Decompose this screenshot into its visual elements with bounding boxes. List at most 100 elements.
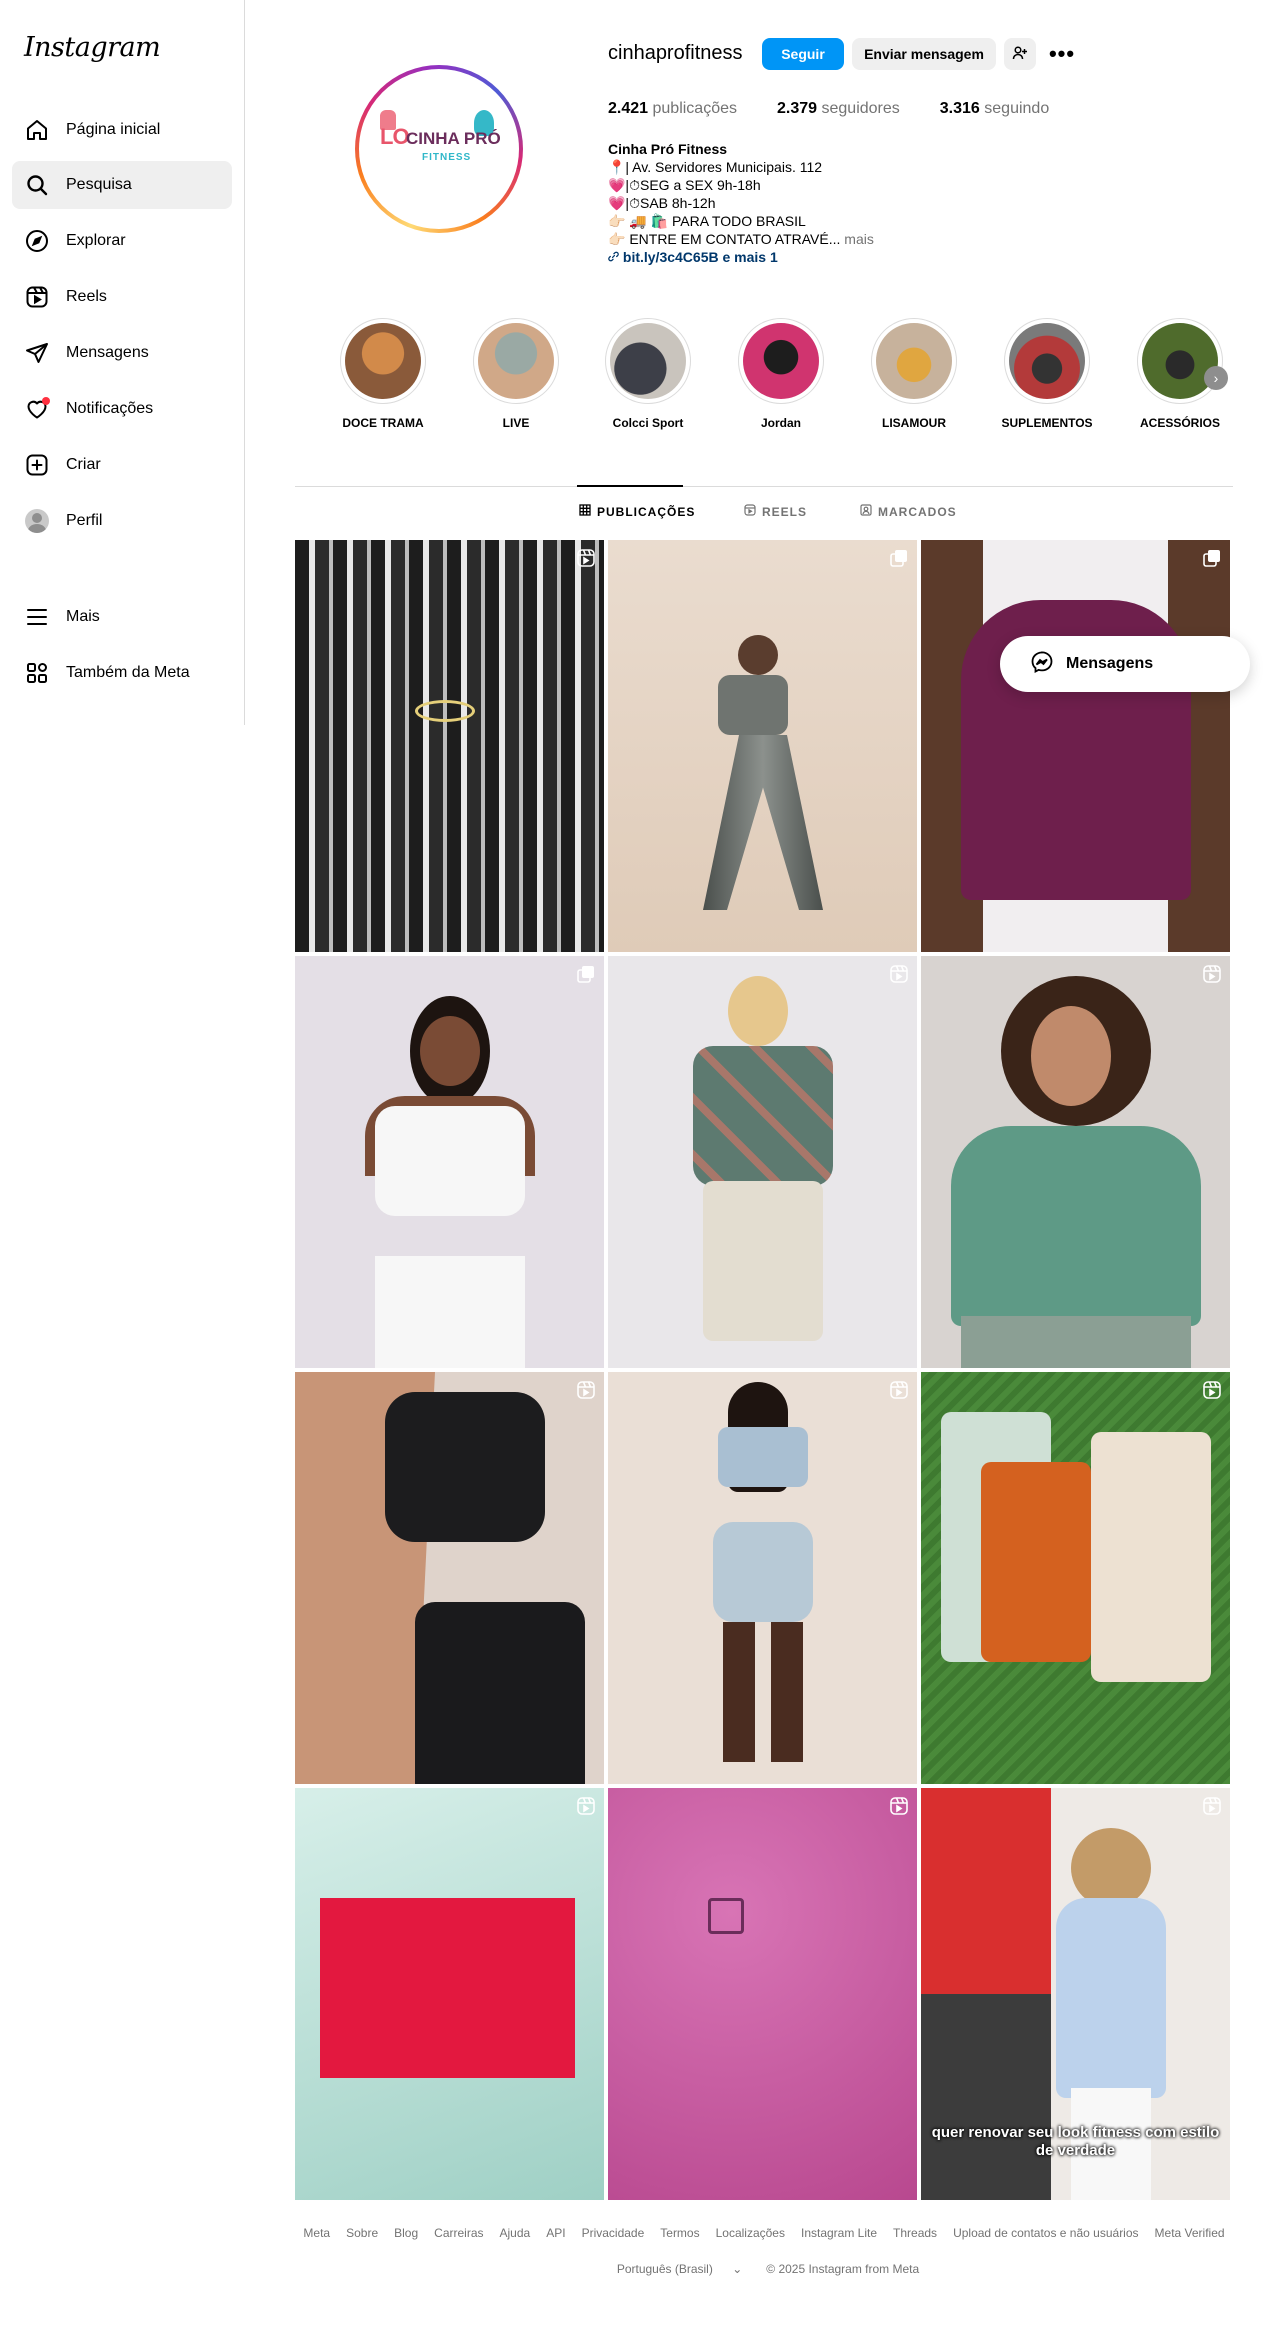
sidebar-item-home[interactable]: Página inicial bbox=[12, 106, 232, 154]
carousel-icon bbox=[1202, 548, 1222, 568]
link-icon bbox=[608, 249, 623, 265]
bio-more-link[interactable]: mais bbox=[844, 231, 874, 247]
suggested-users-button[interactable] bbox=[1004, 38, 1036, 70]
footer-link[interactable]: Instagram Lite bbox=[801, 2226, 877, 2240]
highlight-suplementos[interactable]: SUPLEMENTOS bbox=[997, 318, 1097, 430]
footer-bottom: Português (Brasil) ⌄ © 2025 Instagram fr… bbox=[295, 2262, 1233, 2276]
logo-text-2: CINHA PRÓ bbox=[406, 129, 501, 148]
messenger-icon bbox=[1030, 650, 1054, 679]
profile-picture[interactable]: LO CINHA PRÓ FITNESS bbox=[355, 65, 523, 233]
sidebar-item-label: Explorar bbox=[66, 232, 126, 249]
ring-jewelry bbox=[415, 700, 475, 722]
active-tab-indicator bbox=[577, 485, 683, 487]
sidebar-item-more[interactable]: Mais bbox=[12, 593, 232, 641]
home-icon bbox=[24, 117, 50, 143]
post-tile[interactable] bbox=[921, 1372, 1230, 1784]
post-tile[interactable]: quer renovar seu look fitness com estilo… bbox=[921, 1788, 1230, 2200]
bio-line: 👉🏻 🚚 🛍️ PARA TODO BRASIL bbox=[608, 213, 806, 229]
footer-link[interactable]: Privacidade bbox=[582, 2226, 645, 2240]
post-tile[interactable] bbox=[608, 1788, 917, 2200]
tab-label: PUBLICAÇÕES bbox=[597, 504, 696, 519]
sidebar-item-also-from-meta[interactable]: Também da Meta bbox=[12, 649, 232, 697]
footer-link[interactable]: API bbox=[546, 2226, 565, 2240]
sidebar-item-reels[interactable]: Reels bbox=[12, 273, 232, 321]
post-tile[interactable] bbox=[608, 540, 917, 952]
footer-link[interactable]: Ajuda bbox=[500, 2226, 531, 2240]
sidebar-item-label: Criar bbox=[66, 456, 101, 473]
following-label: seguindo bbox=[984, 100, 1050, 117]
sidebar-item-label: Mensagens bbox=[66, 344, 149, 361]
sidebar-item-search[interactable]: Pesquisa bbox=[12, 161, 232, 209]
highlight-label: LISAMOUR bbox=[882, 416, 946, 430]
footer-link[interactable]: Localizações bbox=[716, 2226, 785, 2240]
highlight-lisamour[interactable]: LISAMOUR bbox=[864, 318, 964, 430]
instagram-logo[interactable]: Instagram bbox=[24, 32, 161, 63]
sidebar-item-explore[interactable]: Explorar bbox=[12, 217, 232, 265]
tab-tagged[interactable]: MARCADOS bbox=[860, 504, 957, 519]
chevron-down-icon: ⌄ bbox=[732, 2262, 743, 2276]
highlight-label: Colcci Sport bbox=[612, 416, 684, 430]
post-tile[interactable] bbox=[295, 1788, 604, 2200]
tab-reels[interactable]: REELS bbox=[744, 504, 807, 519]
footer-link[interactable]: Termos bbox=[660, 2226, 699, 2240]
footer-link[interactable]: Meta Verified bbox=[1155, 2226, 1225, 2240]
followers-count: 2.379 bbox=[777, 100, 818, 117]
post-tile[interactable] bbox=[921, 540, 1230, 952]
sidebar: Instagram Página inicial Pesquisa Explor… bbox=[0, 0, 245, 725]
highlight-colcci-sport[interactable]: Colcci Sport bbox=[598, 318, 698, 430]
sidebar-item-create[interactable]: Criar bbox=[12, 441, 232, 489]
post-tile[interactable] bbox=[295, 540, 604, 952]
highlight-ring bbox=[1004, 318, 1090, 404]
posts-stat[interactable]: 2.421 publicações bbox=[608, 100, 737, 118]
footer-link[interactable]: Sobre bbox=[346, 2226, 378, 2240]
bio-line: 💗|⏱SAB 8h-12h bbox=[608, 195, 716, 211]
tab-posts[interactable]: PUBLICAÇÕES bbox=[579, 504, 695, 519]
followers-stat[interactable]: 2.379 seguidores bbox=[777, 100, 900, 118]
highlight-ring bbox=[871, 318, 957, 404]
highlight-label: LIVE bbox=[502, 416, 530, 430]
language-selector[interactable]: Português (Brasil) ⌄ bbox=[609, 2262, 750, 2276]
footer-link[interactable]: Threads bbox=[893, 2226, 937, 2240]
bio-external-link[interactable]: bit.ly/3c4C65B e mais 1 bbox=[623, 249, 778, 265]
reel-icon bbox=[889, 964, 909, 984]
model-face bbox=[1031, 1006, 1111, 1106]
tabs-divider bbox=[295, 486, 1233, 487]
sidebar-item-label: Mais bbox=[66, 608, 100, 625]
sidebar-item-profile[interactable]: Perfil bbox=[12, 497, 232, 545]
reel-icon bbox=[1202, 1380, 1222, 1400]
follow-button[interactable]: Seguir bbox=[762, 38, 844, 70]
footer-link[interactable]: Upload de contatos e não usuários bbox=[953, 2226, 1138, 2240]
post-tile[interactable] bbox=[608, 956, 917, 1368]
footer-link[interactable]: Meta bbox=[303, 2226, 330, 2240]
patterned-blouse bbox=[693, 1046, 833, 1186]
model-legs bbox=[723, 1622, 803, 1762]
sidebar-item-notifications[interactable]: Notificações bbox=[12, 385, 232, 433]
footer-link[interactable]: Blog bbox=[394, 2226, 418, 2240]
highlight-live[interactable]: LIVE bbox=[466, 318, 566, 430]
profile-username: cinhaprofitness bbox=[608, 42, 743, 64]
sidebar-item-label: Página inicial bbox=[66, 121, 161, 138]
highlight-doce-trama[interactable]: DOCE TRAMA bbox=[333, 318, 433, 430]
highlight-label: SUPLEMENTOS bbox=[1001, 416, 1093, 430]
send-message-button[interactable]: Enviar mensagem bbox=[852, 38, 996, 70]
highlight-ring bbox=[1137, 318, 1223, 404]
highlight-image bbox=[478, 323, 554, 399]
avatar-wrapper bbox=[24, 508, 50, 534]
post-tile[interactable] bbox=[921, 956, 1230, 1368]
messages-floating-button[interactable]: Mensagens bbox=[1000, 636, 1250, 692]
more-options-button[interactable]: ••• bbox=[1046, 38, 1078, 70]
highlight-jordan[interactable]: Jordan bbox=[731, 318, 831, 430]
presenter-shirt bbox=[1056, 1898, 1166, 2098]
sidebar-item-label: Reels bbox=[66, 288, 107, 305]
model-top bbox=[718, 675, 788, 735]
sidebar-item-messages[interactable]: Mensagens bbox=[12, 329, 232, 377]
highlights-next-button[interactable]: › bbox=[1204, 366, 1228, 390]
post-tile[interactable] bbox=[608, 1372, 917, 1784]
green-pants bbox=[961, 1316, 1191, 1368]
footer-link[interactable]: Carreiras bbox=[434, 2226, 483, 2240]
post-tile[interactable] bbox=[295, 956, 604, 1368]
highlight-label: Jordan bbox=[760, 416, 801, 430]
white-sports-bra bbox=[375, 1106, 525, 1216]
following-stat[interactable]: 3.316 seguindo bbox=[940, 100, 1049, 118]
post-tile[interactable] bbox=[295, 1372, 604, 1784]
